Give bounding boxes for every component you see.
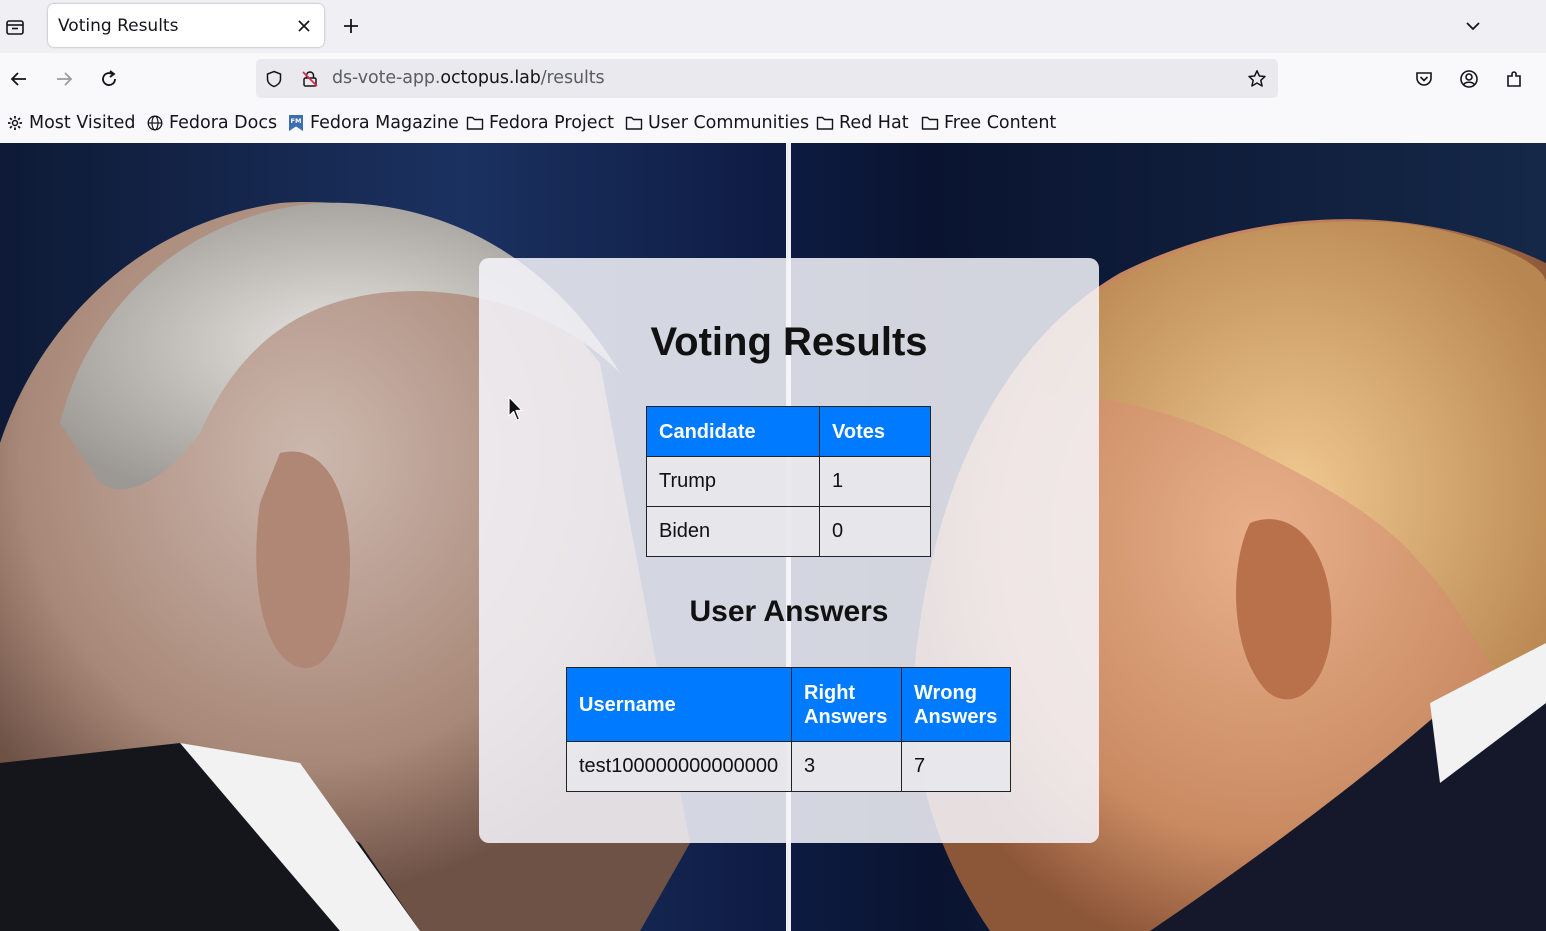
reload-icon[interactable]	[96, 66, 122, 92]
bookmark-label: Most Visited	[29, 113, 136, 133]
bookmark-free-content[interactable]: Free Content	[921, 112, 1056, 134]
forward-icon[interactable]	[51, 66, 77, 92]
right-answers-cell: 3	[791, 741, 902, 792]
column-header-votes: Votes	[819, 406, 931, 457]
candidate-cell: Trump	[646, 456, 820, 507]
tab-manager-icon[interactable]	[2, 14, 28, 40]
folder-icon	[921, 114, 939, 132]
globe-icon	[146, 114, 164, 132]
bookmark-label: User Communities	[648, 113, 810, 133]
page-content: Voting Results Candidate Votes Trump 1 B…	[0, 143, 1546, 931]
table-row: Biden 0	[646, 506, 931, 557]
table-row: test100000000000000 3 7	[566, 741, 1011, 792]
section-title-user-answers: User Answers	[689, 595, 889, 628]
url-text[interactable]: ds-vote-app.octopus.lab/results	[332, 68, 605, 88]
extensions-icon[interactable]	[1501, 66, 1527, 92]
new-tab-button[interactable]	[340, 15, 362, 37]
bookmark-red-hat[interactable]: Red Hat	[816, 112, 909, 134]
bookmark-fedora-project[interactable]: Fedora Project	[466, 112, 614, 134]
navigation-bar: ds-vote-app.octopus.lab/results	[0, 53, 1546, 104]
table-header-row: Username Right Answers Wrong Answers	[566, 667, 1011, 742]
votes-cell: 0	[819, 506, 931, 557]
url-prefix: ds-vote-app.	[332, 68, 441, 88]
table-header-row: Candidate Votes	[646, 406, 931, 457]
folder-icon	[466, 114, 484, 132]
folder-icon	[816, 114, 834, 132]
folder-icon	[625, 114, 643, 132]
bookmarks-toolbar: Most Visited Fedora Docs FM Fedora Magaz…	[0, 104, 1546, 143]
shield-icon[interactable]	[264, 69, 284, 89]
column-header-username: Username	[566, 667, 792, 742]
account-icon[interactable]	[1456, 66, 1482, 92]
url-path: /results	[540, 68, 605, 88]
username-cell: test100000000000000	[566, 741, 792, 792]
gear-icon	[6, 114, 24, 132]
column-header-right-answers: Right Answers	[791, 667, 902, 742]
chevron-down-icon[interactable]	[1462, 15, 1484, 37]
close-icon[interactable]	[294, 16, 314, 36]
table-row: Trump 1	[646, 456, 931, 507]
tab-strip: Voting Results	[0, 0, 1546, 53]
bookmark-user-communities[interactable]: User Communities	[625, 112, 809, 134]
user-answers-table: Username Right Answers Wrong Answers tes…	[566, 667, 1011, 792]
active-tab[interactable]: Voting Results	[48, 4, 324, 47]
pocket-icon[interactable]	[1411, 66, 1437, 92]
column-header-candidate: Candidate	[646, 406, 820, 457]
bookmark-label: Fedora Docs	[169, 113, 278, 133]
bookmark-fedora-magazine[interactable]: FM Fedora Magazine	[287, 112, 459, 134]
svg-text:FM: FM	[291, 117, 302, 125]
bookmark-star-icon[interactable]	[1246, 68, 1268, 90]
bookmark-label: Fedora Project	[489, 113, 615, 133]
mouse-cursor-icon	[508, 396, 523, 421]
insecure-lock-icon[interactable]	[300, 69, 320, 89]
url-host: octopus.lab	[440, 68, 541, 88]
wrong-answers-cell: 7	[901, 741, 1011, 792]
fedora-magazine-icon: FM	[287, 114, 305, 132]
bookmark-most-visited[interactable]: Most Visited	[6, 112, 136, 134]
tab-title: Voting Results	[58, 15, 179, 36]
bookmark-label: Red Hat	[839, 113, 909, 133]
page-title: Voting Results	[650, 320, 928, 364]
results-panel: Voting Results Candidate Votes Trump 1 B…	[479, 258, 1099, 843]
bookmark-label: Fedora Magazine	[310, 113, 459, 133]
bookmark-label: Free Content	[944, 113, 1057, 133]
column-header-wrong-answers: Wrong Answers	[901, 667, 1011, 742]
bookmark-fedora-docs[interactable]: Fedora Docs	[146, 112, 277, 134]
candidate-cell: Biden	[646, 506, 820, 557]
votes-cell: 1	[819, 456, 931, 507]
votes-table: Candidate Votes Trump 1 Biden 0	[646, 406, 931, 557]
back-icon[interactable]	[6, 66, 32, 92]
url-bar[interactable]: ds-vote-app.octopus.lab/results	[256, 59, 1278, 98]
